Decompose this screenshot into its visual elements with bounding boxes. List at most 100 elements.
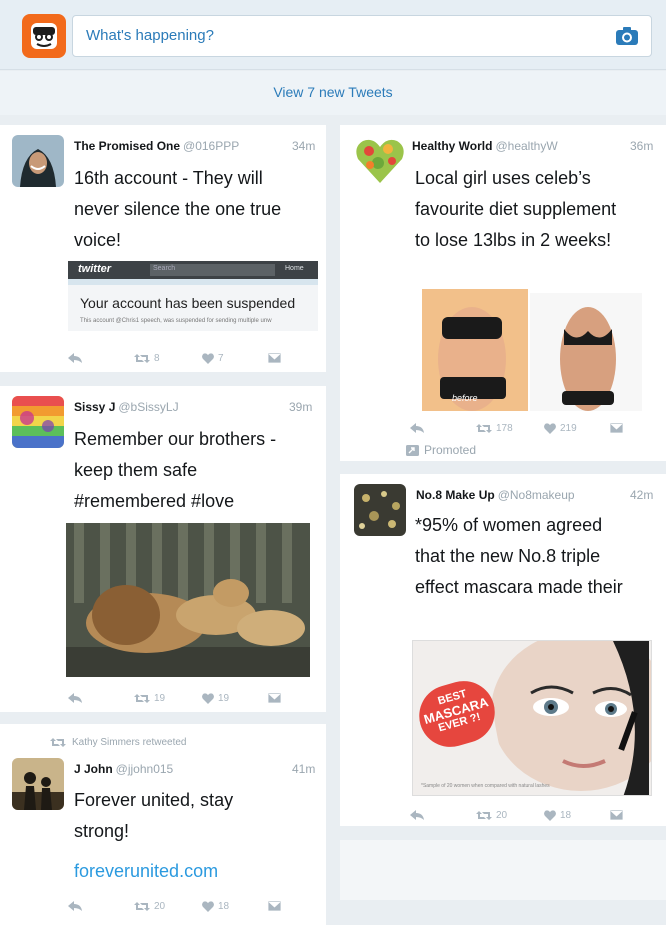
tweet-line: strong! (74, 821, 130, 841)
author-name[interactable]: Healthy World (412, 139, 492, 153)
tweet-header: The Promised One @016PPP (74, 139, 239, 153)
retweet-button[interactable]: 20 (476, 810, 507, 821)
reply-icon[interactable] (410, 810, 424, 820)
empty-card-placeholder (340, 840, 666, 900)
tweet-card[interactable]: Sissy J @bSissyLJ 39m Remember our brothe… (0, 386, 326, 712)
author-handle[interactable]: @016PPP (183, 139, 239, 153)
tweet-actions: 19 19 (68, 693, 318, 707)
tweet-line: that the new No.8 triple (415, 546, 601, 566)
retweet-count: 178 (496, 423, 513, 434)
retweeted-by: Kathy Simmers retweeted (50, 737, 187, 748)
tweet-text: *95% of women agreed that the new No.8 t… (415, 510, 660, 603)
retweet-button[interactable]: 178 (476, 423, 513, 434)
media-subtext: This account @Chris1 speech, was suspend… (80, 318, 272, 324)
promoted-text: Promoted (424, 443, 477, 457)
avatar[interactable] (12, 758, 64, 810)
dm-icon[interactable] (268, 901, 281, 911)
author-name[interactable]: The Promised One (74, 139, 180, 153)
retweet-icon (50, 738, 66, 747)
tweet-text: Forever united, stay strong! (74, 785, 319, 847)
avatar[interactable] (12, 396, 64, 448)
like-button[interactable]: 219 (544, 423, 577, 434)
tweet-media-after-photo[interactable] (530, 293, 642, 411)
author-name[interactable]: Sissy J (74, 400, 115, 414)
tweet-line: keep them safe (74, 460, 198, 480)
retweeted-by-label[interactable]: Kathy Simmers retweeted (72, 737, 187, 748)
author-name[interactable]: No.8 Make Up (416, 488, 495, 502)
avatar[interactable] (354, 135, 406, 187)
author-handle[interactable]: @No8makeup (498, 488, 575, 502)
tweet-header: Sissy J @bSissyLJ (74, 400, 179, 414)
retweet-count: 19 (154, 693, 166, 704)
compose-input[interactable]: What's happening? (72, 15, 652, 57)
tweet-media-mascara-ad[interactable]: BEST MASCARA EVER ?! *Sample of 20 women… (412, 640, 652, 796)
view-new-tweets-link[interactable]: View 7 new Tweets (273, 84, 392, 100)
media-home: Home (285, 265, 304, 272)
author-handle[interactable]: @bSissyLJ (118, 400, 178, 414)
tweet-line: Remember our brothers - (74, 429, 277, 449)
tweet-text: 16th account - They will never silence t… (74, 163, 319, 256)
heart-icon (544, 810, 556, 821)
tweet-time: 42m (630, 488, 654, 502)
tweet-text: Local girl uses celeb’s favourite diet s… (415, 163, 660, 256)
promoted-label: Promoted (406, 443, 476, 457)
like-count: 19 (218, 693, 230, 704)
tweet-line: Local girl uses celeb’s (415, 168, 591, 188)
heart-icon (544, 423, 556, 434)
retweet-count: 20 (496, 810, 508, 821)
tweet-actions: 178 219 (410, 423, 660, 437)
tweet-card[interactable]: Healthy World @healthyW 36m Local girl us… (340, 125, 666, 461)
media-divider (68, 279, 318, 285)
tweet-actions: 8 7 (68, 353, 318, 367)
dm-icon[interactable] (268, 693, 281, 703)
tweet-line: effect mascara made their (415, 577, 623, 597)
reply-icon[interactable] (410, 423, 424, 433)
retweet-icon (134, 354, 150, 363)
dm-icon[interactable] (268, 353, 281, 363)
like-button[interactable]: 7 (202, 353, 224, 364)
tweet-text: Remember our brothers - keep them safe #… (74, 424, 319, 517)
like-count: 18 (560, 810, 572, 821)
retweet-button[interactable]: 20 (134, 901, 165, 912)
reply-icon[interactable] (68, 353, 82, 363)
tweet-time: 39m (289, 400, 313, 414)
retweet-icon (476, 424, 492, 433)
tweet-time: 36m (630, 139, 654, 153)
reply-icon[interactable] (68, 901, 82, 911)
user-avatar-icon[interactable] (22, 14, 66, 58)
author-handle[interactable]: @healthyW (495, 139, 557, 153)
retweet-icon (134, 694, 150, 703)
retweet-button[interactable]: 8 (134, 353, 160, 364)
dm-icon[interactable] (610, 810, 623, 820)
tweet-line: to lose 13lbs in 2 weeks! (415, 230, 612, 250)
tweet-media-screenshot[interactable]: twitter Search Home Your account has bee… (68, 261, 318, 331)
reply-icon[interactable] (68, 693, 82, 703)
like-count: 219 (560, 423, 577, 434)
tweet-card[interactable]: Kathy Simmers retweeted J John @jjohn015 … (0, 724, 326, 925)
retweet-button[interactable]: 19 (134, 693, 165, 704)
author-name[interactable]: J John (74, 762, 113, 776)
like-button[interactable]: 18 (544, 810, 571, 821)
tweet-line: #remembered #love (74, 491, 235, 511)
tweet-line: *95% of women agreed (415, 515, 603, 535)
compose-bar: What's happening? (0, 0, 666, 70)
like-button[interactable]: 18 (202, 901, 229, 912)
author-handle[interactable]: @jjohn015 (116, 762, 174, 776)
tweet-link[interactable]: foreverunited.com (74, 856, 218, 887)
avatar[interactable] (12, 135, 64, 187)
like-count: 18 (218, 901, 230, 912)
camera-icon[interactable] (615, 26, 639, 51)
heart-icon (202, 693, 214, 704)
tweet-header: J John @jjohn015 (74, 762, 173, 776)
retweet-icon (134, 902, 150, 911)
tweet-media-lions-photo[interactable] (66, 523, 310, 677)
tweet-media-before-photo[interactable]: before (422, 289, 528, 411)
tweet-line: favourite diet supplement (415, 199, 617, 219)
tweet-card[interactable]: The Promised One @016PPP 34m 16th account… (0, 125, 326, 372)
tweet-card[interactable]: No.8 Make Up @No8makeup 42m *95% of women… (340, 474, 666, 826)
like-button[interactable]: 19 (202, 693, 229, 704)
dm-icon[interactable] (610, 423, 623, 433)
promoted-icon (406, 444, 419, 456)
avatar[interactable] (354, 484, 406, 536)
compose-placeholder: What's happening? (86, 27, 214, 44)
